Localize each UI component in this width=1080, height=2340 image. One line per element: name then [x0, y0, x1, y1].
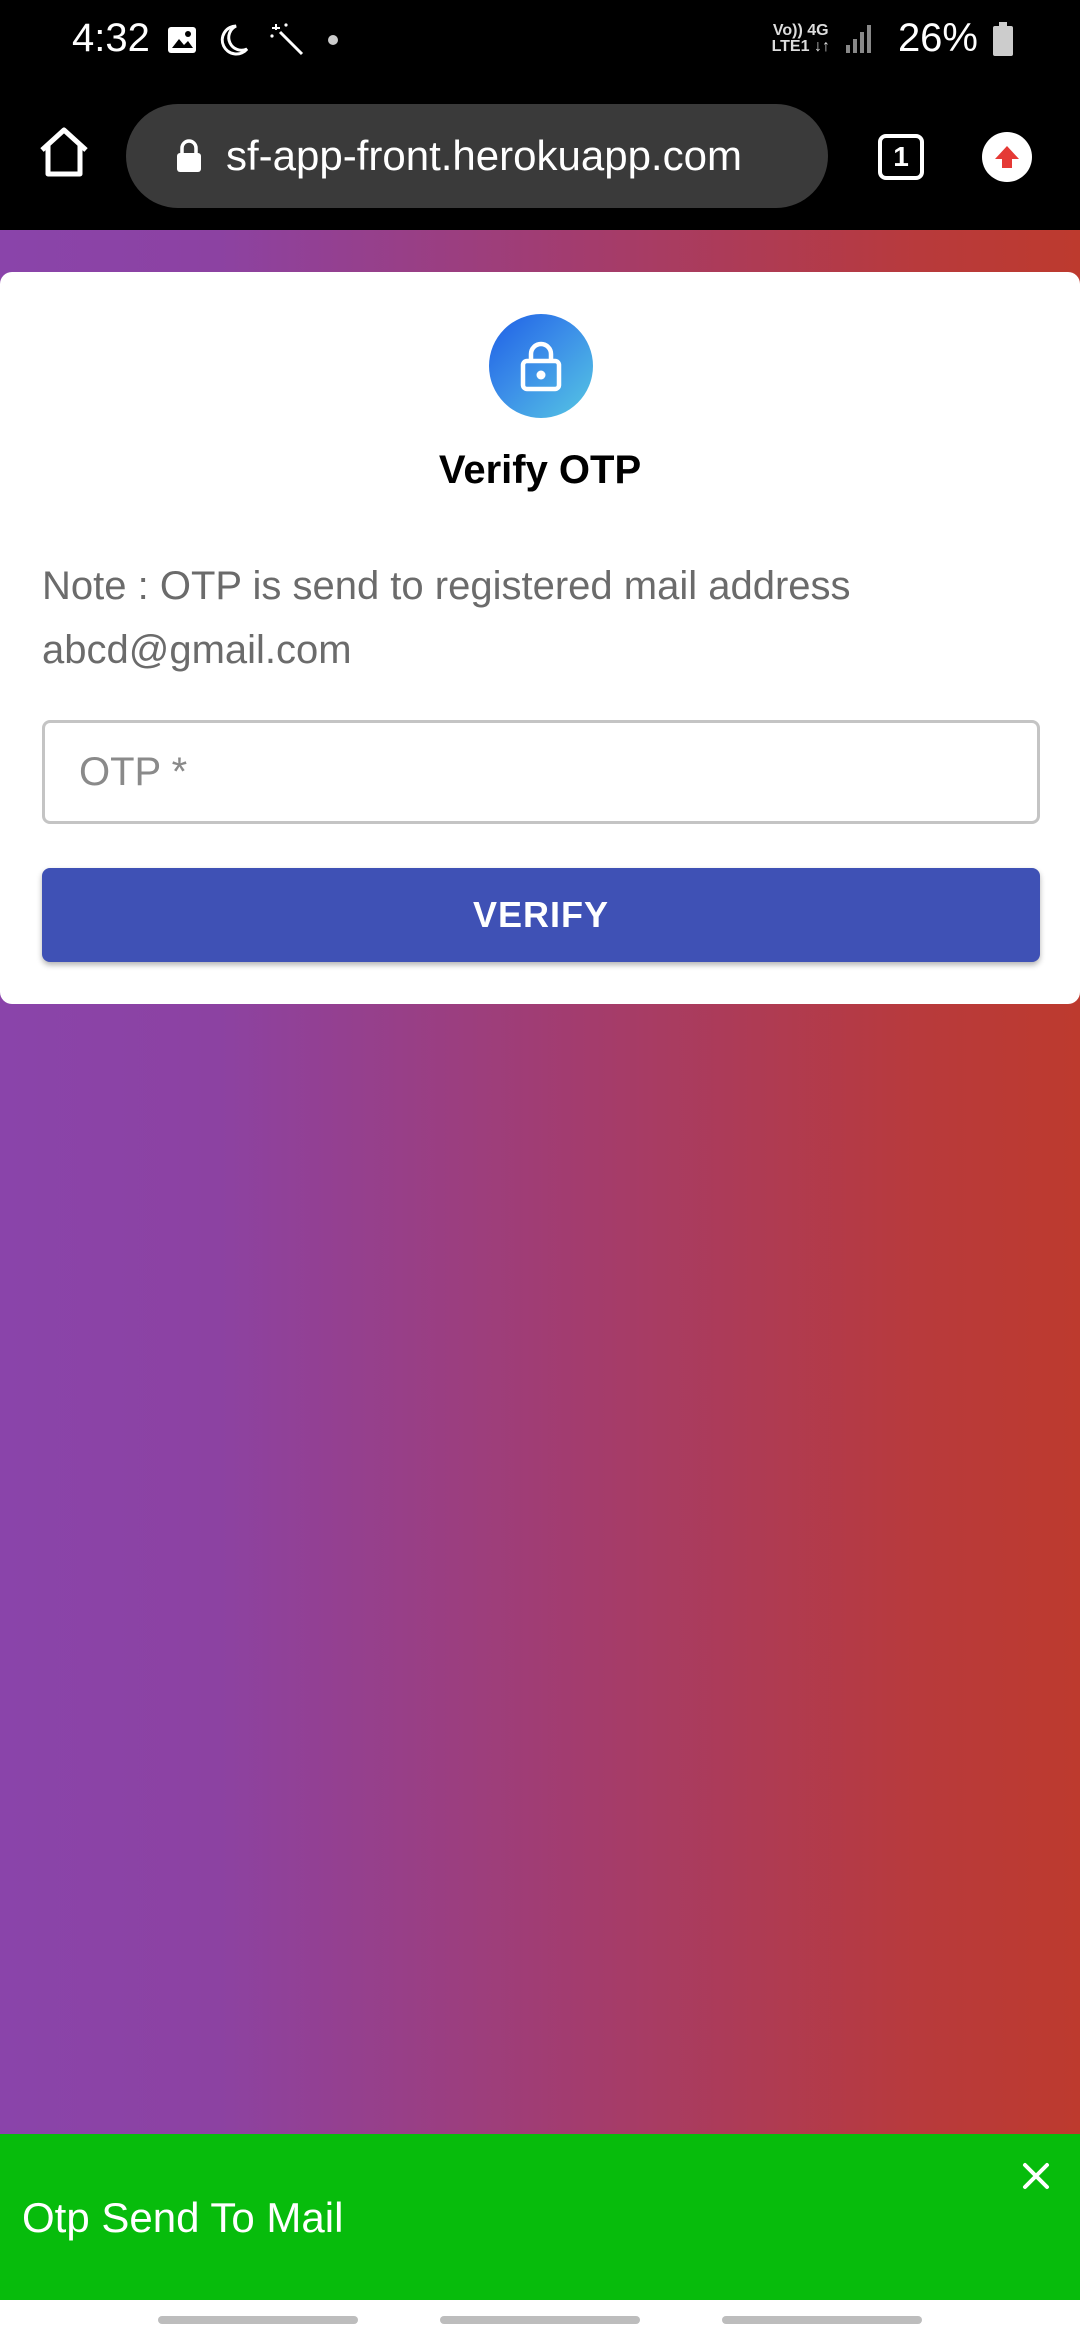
update-icon[interactable] — [982, 132, 1032, 182]
browser-toolbar: sf-app-front.herokuapp.com 1 — [0, 80, 1080, 230]
wand-icon — [270, 23, 304, 56]
otp-field[interactable] — [42, 720, 1040, 824]
verify-button[interactable]: VERIFY — [42, 868, 1040, 962]
otp-note: Note : OTP is send to registered mail ad… — [42, 554, 1042, 682]
system-nav-bar — [0, 2300, 1080, 2340]
close-icon[interactable] — [1016, 2156, 1056, 2196]
page-background: Verify OTP Note : OTP is send to registe… — [0, 230, 1080, 2340]
lock-icon — [520, 341, 562, 392]
lock-icon — [177, 139, 201, 172]
toast-notification: Otp Send To Mail — [0, 2134, 1080, 2300]
battery-percent: 26% — [897, 16, 978, 60]
toast-message: Otp Send To Mail — [22, 2194, 344, 2241]
status-time: 4:32 — [72, 16, 150, 60]
verify-otp-card: Verify OTP Note : OTP is send to registe… — [0, 272, 1080, 1004]
nav-back[interactable] — [722, 2316, 922, 2324]
close-x-icon — [1023, 2163, 1049, 2189]
screen: 4:32 Vo)) 4G LTE1 ↓↑ 26% sf-app-front.he… — [0, 0, 1080, 2340]
status-bar: 4:32 Vo)) 4G LTE1 ↓↑ 26% — [0, 0, 1080, 80]
network-indicator: Vo)) 4G LTE1 ↓↑ — [771, 21, 830, 55]
up-arrow-icon — [995, 146, 1019, 168]
nav-recents[interactable] — [158, 2316, 358, 2324]
image-icon — [168, 27, 196, 53]
status-right: Vo)) 4G LTE1 ↓↑ 26% — [772, 16, 1014, 61]
network-line-2: LTE1 ↓↑ — [771, 37, 830, 55]
tab-count: 1 — [893, 141, 909, 172]
url-text[interactable]: sf-app-front.herokuapp.com — [226, 132, 742, 180]
battery-icon — [993, 21, 1013, 56]
note-email: abcd@gmail.com — [42, 628, 352, 672]
home-icon[interactable] — [36, 124, 92, 180]
page-title: Verify OTP — [438, 448, 642, 492]
dot-icon — [328, 35, 338, 45]
notification-icons — [166, 22, 340, 58]
otp-input[interactable] — [45, 723, 1037, 821]
note-line-1: Note : OTP is send to registered mail ad… — [42, 564, 851, 608]
lock-avatar — [489, 314, 593, 418]
signal-icon — [845, 24, 871, 53]
url-bar[interactable]: sf-app-front.herokuapp.com — [126, 104, 828, 208]
moon-icon — [220, 24, 249, 56]
nav-home[interactable] — [440, 2316, 640, 2324]
tabs-icon[interactable]: 1 — [878, 134, 924, 180]
network-line-1: Vo)) 4G — [772, 21, 829, 39]
